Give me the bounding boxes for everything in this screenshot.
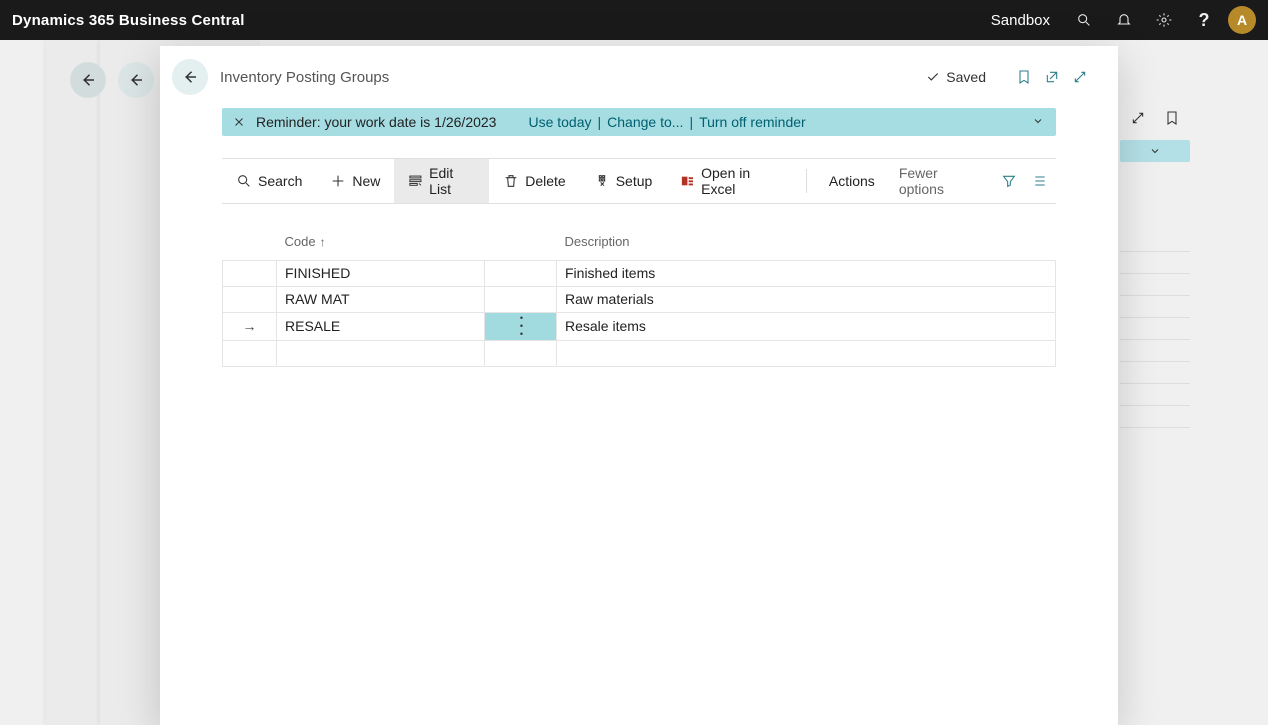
bookmark-icon [1164,110,1180,129]
edit-list-button[interactable]: Edit List [394,159,489,203]
table-row[interactable]: FINISHED Finished items [223,260,1056,286]
use-today-link[interactable]: Use today [528,114,591,130]
search-label: Search [258,173,302,189]
page-card: Inventory Posting Groups Saved Reminder:… [160,46,1118,725]
underlay-dropdown [1120,140,1190,162]
fewer-options-button[interactable]: Fewer options [887,159,993,203]
filter-icon[interactable] [993,173,1025,189]
close-reminder-icon[interactable] [230,116,248,128]
column-headers-row: Code ↑ Description [223,224,1056,260]
top-bar: Dynamics 365 Business Central Sandbox ? … [0,0,1268,40]
back-button-stack-2[interactable] [118,62,154,98]
environment-label: Sandbox [991,12,1050,29]
expand-icon [1130,110,1146,129]
avatar[interactable]: A [1228,6,1256,34]
delete-button[interactable]: Delete [489,159,579,203]
row-selector[interactable] [223,286,277,312]
more-icon [520,313,521,337]
setup-button[interactable]: Setup [580,159,667,203]
settings-icon[interactable] [1144,0,1184,40]
row-menu-button[interactable] [485,312,557,340]
search-button[interactable]: Search [222,159,316,203]
turn-off-reminder-link[interactable]: Turn off reminder [699,114,806,130]
saved-label: Saved [946,69,986,85]
toolbar: Search New Edit List Delete Setup Open i… [222,159,1056,203]
row-menu-button[interactable] [485,260,557,286]
cell-code[interactable]: RESALE [277,312,485,340]
sort-asc-icon: ↑ [320,235,326,249]
setup-label: Setup [616,173,653,189]
expand-icon[interactable] [1066,69,1094,85]
cell-description[interactable]: Raw materials [557,286,1056,312]
workdate-reminder: Reminder: your work date is 1/26/2023 Us… [222,108,1056,136]
new-label: New [352,173,380,189]
help-icon[interactable]: ? [1184,0,1224,40]
open-in-excel-button[interactable]: Open in Excel [666,159,796,203]
back-button[interactable] [172,59,208,95]
open-in-excel-label: Open in Excel [701,165,782,197]
list-view-icon[interactable] [1024,173,1056,189]
row-menu-button[interactable] [485,286,557,312]
saved-indicator: Saved [926,69,986,85]
bookmark-icon[interactable] [1010,69,1038,85]
page-title: Inventory Posting Groups [220,69,389,86]
cell-code[interactable]: RAW MAT [277,286,485,312]
table-row-new[interactable] [223,340,1056,366]
back-button-stack-1[interactable] [70,62,106,98]
notifications-icon[interactable] [1104,0,1144,40]
card-header: Inventory Posting Groups Saved [160,46,1118,108]
underlay-list [1120,230,1190,428]
column-header-code[interactable]: Code ↑ [277,224,485,260]
edit-list-label: Edit List [429,165,475,197]
app-title: Dynamics 365 Business Central [0,12,245,29]
row-selector[interactable] [223,260,277,286]
reminder-chevron-icon[interactable] [1032,114,1044,130]
change-to-link[interactable]: Change to... [607,114,683,130]
cell-description[interactable]: Finished items [557,260,1056,286]
underlay-header-icons [1130,110,1180,129]
row-selector[interactable]: → [223,312,277,340]
column-header-description[interactable]: Description [557,224,1056,260]
search-icon[interactable] [1064,0,1104,40]
actions-button[interactable]: Actions [817,159,887,203]
new-button[interactable]: New [316,159,394,203]
cell-description[interactable]: Resale items [557,312,1056,340]
data-table: Code ↑ Description FINISHED Finished items… [222,224,1056,367]
code-label: Code [285,234,316,249]
reminder-text: Reminder: your work date is 1/26/2023 [256,114,496,130]
table-row[interactable]: RAW MAT Raw materials [223,286,1056,312]
cell-code[interactable]: FINISHED [277,260,485,286]
open-in-new-icon[interactable] [1038,69,1066,85]
delete-label: Delete [525,173,565,189]
table-row[interactable]: →RESALE Resale items [223,312,1056,340]
